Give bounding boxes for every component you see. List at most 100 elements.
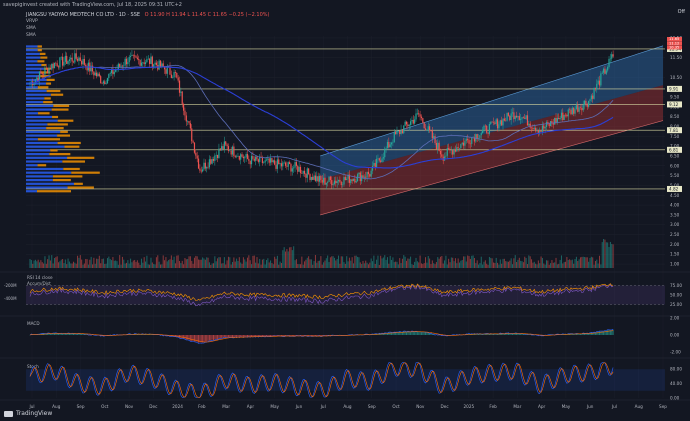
volume-bar: [96, 258, 98, 268]
volume-bar: [198, 259, 200, 268]
volume-bar: [422, 264, 424, 268]
candle-body: [255, 156, 257, 161]
vp-bar-blue-27: [26, 89, 47, 93]
volume-bar: [473, 258, 475, 268]
candle-body: [495, 119, 497, 124]
macd-bar: [423, 332, 425, 335]
candle-body: [562, 112, 564, 120]
volume-bar: [416, 261, 418, 268]
volume-bar: [39, 262, 41, 268]
candle-body: [241, 154, 243, 157]
candle-body: [261, 157, 264, 164]
candle-body: [221, 146, 223, 151]
volume-bar: [593, 264, 595, 268]
candle-body: [286, 165, 288, 167]
volume-bar: [106, 258, 108, 268]
candle-body: [191, 128, 193, 142]
volume-bar: [207, 257, 209, 268]
volume-bar: [505, 261, 507, 268]
volume-bar: [611, 243, 613, 268]
volume-bar: [484, 260, 486, 268]
volume-bar: [539, 263, 541, 268]
candle-body: [240, 154, 242, 160]
x-tick-24: Jul: [611, 404, 617, 409]
volume-bar: [94, 263, 96, 268]
volume-bar: [302, 264, 304, 268]
candle-body: [36, 77, 38, 80]
volume-bar: [86, 259, 88, 268]
macd-bar: [203, 335, 205, 343]
candle-body: [520, 118, 522, 120]
candle-body: [83, 58, 85, 65]
candle-body: [131, 54, 133, 56]
volume-bar: [335, 260, 337, 268]
sma-label-2[interactable]: SMA: [26, 33, 36, 38]
credit-line: savepiginvest created with TradingView.c…: [3, 2, 182, 8]
sma-label-1[interactable]: SMA: [26, 26, 36, 31]
volume-bar: [159, 264, 161, 268]
candle-body: [427, 126, 429, 130]
volume-bar: [377, 255, 379, 268]
candle-body: [214, 155, 216, 161]
macd-bar: [185, 335, 187, 340]
candle-body: [367, 171, 370, 175]
x-tick-21: Apr: [538, 404, 546, 409]
volume-bar: [420, 263, 422, 268]
candle-body: [108, 73, 110, 79]
volume-bar: [441, 255, 443, 268]
volume-bar: [465, 261, 467, 268]
candle-body: [282, 162, 284, 167]
volume-bar: [126, 262, 128, 268]
vp-bar-orange-16: [60, 130, 68, 133]
price-tick-10: 6.00: [670, 163, 680, 168]
candle-body: [590, 95, 592, 100]
candle-body: [608, 58, 610, 68]
price-chart[interactable]: 12.5011.5010.509.509.008.508.007.507.006…: [0, 0, 690, 421]
candle-body: [567, 109, 569, 117]
candle-body: [79, 57, 81, 62]
rsi-tick-1: 50.00: [670, 293, 682, 298]
candle-body: [588, 101, 590, 107]
candle-body: [560, 112, 563, 118]
candle-body: [322, 177, 325, 183]
level-tag-1: 9.91: [669, 86, 679, 91]
volume-bar: [468, 256, 470, 268]
macd-bar: [206, 335, 208, 342]
volume-bar: [351, 257, 353, 268]
volume-bar: [358, 257, 360, 268]
candle-body: [469, 143, 471, 145]
volume-bar: [586, 257, 588, 268]
macd-bar: [607, 330, 609, 335]
macd-bar: [187, 335, 189, 340]
candle-body: [203, 162, 205, 170]
vp-bar-blue-29: [26, 82, 47, 85]
volume-bar: [403, 255, 405, 268]
volume-bar: [457, 258, 459, 268]
volume-bar: [577, 261, 579, 268]
candle-body: [100, 76, 102, 84]
volume-bar: [317, 260, 319, 268]
volume-bar: [304, 261, 306, 268]
candle-body: [409, 121, 412, 125]
volume-bar: [179, 261, 181, 268]
candle-body: [371, 165, 374, 171]
vp-bar-blue-24: [26, 101, 44, 104]
volume-bar: [312, 264, 314, 268]
vrvp-label[interactable]: VRVP: [26, 19, 38, 24]
x-tick-10: May: [270, 404, 279, 409]
volume-bar: [426, 262, 428, 268]
candle-body: [438, 142, 440, 151]
level-tag-3: 7.81: [669, 128, 679, 133]
macd-bar: [191, 335, 193, 342]
vp-bar-blue-5: [26, 171, 72, 174]
macd-bar: [593, 332, 595, 335]
volume-bar: [448, 258, 450, 268]
candle-body: [302, 170, 304, 174]
candle-body: [502, 118, 504, 126]
candle-body: [128, 56, 130, 63]
volume-bar: [246, 257, 248, 268]
vp-bar-blue-14: [26, 138, 38, 141]
volume-bar: [419, 255, 421, 268]
off-toggle[interactable]: Off: [678, 9, 685, 15]
volume-bar: [472, 255, 474, 268]
